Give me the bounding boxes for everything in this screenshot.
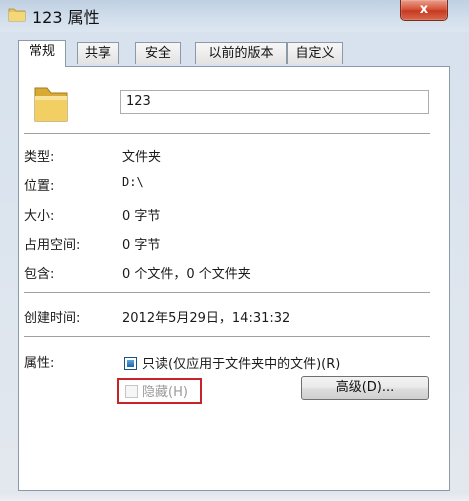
- contains-label: 包含:: [24, 267, 55, 282]
- window-bottom-edge: [0, 491, 469, 501]
- tab-previous-versions[interactable]: 以前的版本: [195, 42, 287, 64]
- properties-window: 123 属性 x 常规 共享 安全 以前的版本 自定义 123 类型: 文件夹 …: [0, 0, 469, 501]
- attributes-label: 属性:: [24, 356, 55, 371]
- size-on-disk-label: 占用空间:: [24, 238, 81, 253]
- hidden-checkbox[interactable]: [125, 385, 138, 398]
- divider: [24, 292, 430, 294]
- divider: [24, 133, 430, 135]
- type-value: 文件夹: [122, 150, 162, 165]
- size-value: 0 字节: [122, 209, 161, 224]
- size-label: 大小:: [24, 209, 55, 224]
- location-value: D:\: [122, 175, 144, 189]
- readonly-checkbox[interactable]: [124, 357, 137, 370]
- hidden-label[interactable]: 隐藏(H): [142, 381, 188, 400]
- advanced-button[interactable]: 高级(D)...: [301, 376, 429, 400]
- type-label: 类型:: [24, 150, 55, 165]
- title-bar: 123 属性 x: [0, 0, 469, 32]
- created-value: 2012年5月29日，14:31:32: [122, 311, 291, 326]
- size-on-disk-value: 0 字节: [122, 238, 161, 253]
- contains-value: 0 个文件，0 个文件夹: [122, 267, 251, 282]
- tab-sharing[interactable]: 共享: [77, 42, 119, 64]
- tab-general[interactable]: 常规: [18, 40, 66, 67]
- divider: [24, 336, 430, 338]
- folder-name-input[interactable]: 123: [120, 90, 429, 114]
- close-icon: x: [419, 2, 429, 17]
- readonly-label[interactable]: 只读(仅应用于文件夹中的文件)(R): [142, 353, 340, 372]
- window-title: 123 属性: [32, 8, 100, 27]
- location-label: 位置:: [24, 179, 55, 194]
- close-button[interactable]: x: [400, 0, 448, 21]
- tab-security[interactable]: 安全: [135, 42, 181, 64]
- large-folder-icon: [34, 87, 68, 122]
- tab-customize[interactable]: 自定义: [287, 42, 343, 64]
- created-label: 创建时间:: [24, 311, 81, 326]
- folder-icon: [8, 8, 26, 22]
